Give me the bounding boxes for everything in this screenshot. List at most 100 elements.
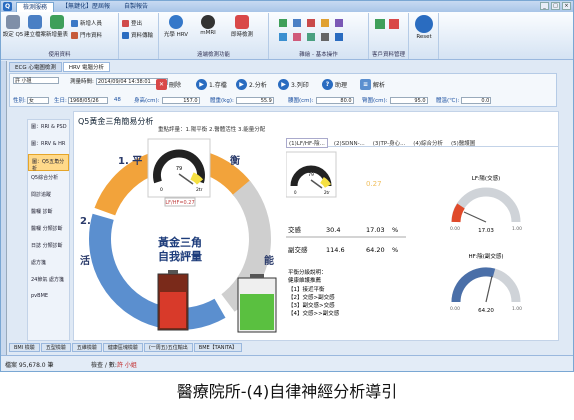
chart-icon[interactable] <box>293 19 301 27</box>
store-icon <box>71 31 78 39</box>
sympathetic-unit: % <box>392 226 398 234</box>
ratio-value: 0.27 <box>366 180 382 188</box>
mmri-button[interactable]: mMRI <box>193 15 223 36</box>
camera-icon[interactable] <box>335 19 343 27</box>
group-customer: 客戶資料管理 <box>369 13 409 59</box>
battery-green-fill <box>240 294 274 330</box>
user-plus-icon <box>71 19 78 27</box>
bottom-tab[interactable]: 五維檢驗 <box>71 343 102 352</box>
analyze-button[interactable]: ▶ 2.分析 <box>236 77 267 91</box>
group-reset: Reset <box>409 13 439 59</box>
create-profile-button[interactable]: 建立檔案 <box>23 15 47 38</box>
gender-field: 性別: 女 <box>13 96 49 104</box>
analyze-icon: ▶ <box>236 78 247 90</box>
gauge2-value: 79 <box>308 172 314 178</box>
new-patient-button[interactable]: 新增人員 <box>71 19 102 27</box>
nav-item[interactable]: 圖：RRI & PSD <box>28 120 69 137</box>
lf-gauge-max: 1.00 <box>512 226 522 232</box>
delete-button[interactable]: ✕ 刪除 <box>156 77 181 91</box>
group-logout: 登出 資料傳輸 <box>119 13 159 59</box>
customer-edit-icon[interactable] <box>389 19 399 29</box>
gauge2-max: 2tr <box>324 190 330 195</box>
legend-item: 【4】交感>>副交感 <box>288 309 340 317</box>
nav-item[interactable]: 醫囑 分類診斷 <box>28 222 69 239</box>
logout-button[interactable]: 登出 <box>122 19 142 27</box>
left-dock-strip <box>1 61 7 356</box>
tool-icon[interactable] <box>279 19 287 27</box>
add-profile-button[interactable]: 新增量表 <box>45 15 69 38</box>
settings-small-icon[interactable] <box>335 33 343 41</box>
maximize-icon[interactable]: □ <box>551 2 560 10</box>
legend-subtitle: 健康維護推薦 <box>288 276 322 284</box>
nav-item[interactable]: pvBME <box>28 290 69 307</box>
customer-icon[interactable] <box>375 19 385 29</box>
outpatient-button[interactable]: 門市資料 <box>71 31 102 39</box>
tab-hrv[interactable]: HRV 電腦分析 <box>62 62 110 72</box>
report-icon[interactable] <box>307 19 315 27</box>
tab-summary[interactable]: (4)綜合分析 <box>411 139 445 147</box>
patient-name-field[interactable]: 許 小姐 <box>13 77 59 84</box>
bottom-tab[interactable]: (一周五)五位輸出 <box>143 343 193 352</box>
export-icon[interactable] <box>307 33 315 41</box>
bottom-tab[interactable]: BME【TANITA】 <box>193 343 243 352</box>
save-button[interactable]: ▶ 1.存檔 <box>196 77 227 91</box>
nav-item[interactable]: 日誌 分類診斷 <box>28 239 69 256</box>
nav-item[interactable]: 間診追蹤 <box>28 188 69 205</box>
nav-item[interactable]: 圖：RRV & HR <box>28 137 69 154</box>
calendar-icon[interactable] <box>279 33 287 41</box>
minimize-icon[interactable]: _ <box>540 2 549 10</box>
hf-gauge-needle <box>485 275 493 303</box>
bottom-tab[interactable]: 五型檢驗 <box>40 343 71 352</box>
hf-gauge-title: HF:陰(副交感) <box>468 252 503 260</box>
bottom-tabs: BMI 檢驗 五型檢驗 五維檢驗 健康區塊檢驗 (一周五)五位輸出 BME【TA… <box>9 343 243 352</box>
tab-tp[interactable]: (3)TP-身心... <box>371 139 408 147</box>
tab-report[interactable]: 自製報告 <box>118 2 154 12</box>
logout-icon <box>122 19 129 27</box>
sympathetic-v2: 17.03 <box>366 226 385 234</box>
print-icon: ▶ <box>278 78 289 90</box>
lf-gauge-needle <box>463 211 487 223</box>
lf-gauge-title: LF:陽(交感) <box>472 174 500 182</box>
patient-panel: 許 小姐 測量時間: 2014/09/04 14:38:01 ✕ 刪除 ▶ 1.存檔 … <box>9 73 557 107</box>
triangle-label-1: 1. 平 <box>118 155 142 167</box>
list-icon[interactable] <box>321 33 329 41</box>
nav-item-active[interactable]: 圖：Q5五角分析 <box>28 154 69 172</box>
hf-gauge-fill <box>451 267 496 303</box>
print-icon[interactable] <box>293 33 301 41</box>
tab-sdnn[interactable]: (2)SDNN-... <box>332 141 367 147</box>
close-icon[interactable]: × <box>562 2 571 10</box>
group-user-label: 使用資料 <box>48 52 71 58</box>
measure-button[interactable]: 即時檢測 <box>225 15 259 38</box>
bottom-tab[interactable]: BMI 檢驗 <box>9 343 40 352</box>
gauge1-max: 2tr <box>196 187 203 193</box>
legend-title: 平衡分級說明： <box>288 268 327 276</box>
tab-measure[interactable]: 檢測服務 <box>16 1 55 12</box>
right-tabs: (1)LF/HF-陰... (2)SDNN-... (3)TP-身心... (4… <box>286 138 558 148</box>
nav-item[interactable]: 處方箋 <box>28 256 69 273</box>
reset-button[interactable]: Reset <box>412 15 436 40</box>
help-button[interactable]: ? 助理 <box>322 77 347 91</box>
nav-item[interactable]: 24節氣 處方箋 <box>28 273 69 290</box>
sympathetic-v1: 30.4 <box>326 226 340 234</box>
caption: 醫療院所-(4)自律神經分析導引 <box>176 382 398 401</box>
legend-item: 【2】交感>副交感 <box>288 293 335 301</box>
settings-button[interactable]: 設定 Q5 <box>1 15 25 38</box>
ribbon: 設定 Q5 建立檔案 新增量表 新增人員 門市資料 使用資料 登出 資料傳輸 光… <box>1 12 573 60</box>
nav-item[interactable]: Q5綜合分析 <box>28 171 69 188</box>
triangle-label-5: 能 <box>264 254 274 267</box>
data-transfer-button[interactable]: 資料傳輸 <box>122 31 153 39</box>
tab-care[interactable]: (5)醫護圖 <box>449 139 477 147</box>
photo-hrv-button[interactable]: 光學 HRV <box>161 15 191 38</box>
tab-history[interactable]: 【無鍵化】歷屆報 <box>56 2 116 12</box>
tab-lf-hf[interactable]: (1)LF/HF-陰... <box>286 138 328 148</box>
folder-icon[interactable] <box>321 19 329 27</box>
current-user: 許 小姐 <box>117 362 137 369</box>
bottom-tab[interactable]: 健康區塊檢驗 <box>102 343 143 352</box>
nav-item[interactable]: 醫囑 診斷 <box>28 205 69 222</box>
tab-ecg[interactable]: ECG 心電圖檢測 <box>9 62 62 72</box>
parse-button[interactable]: ≡ 解析 <box>360 77 385 91</box>
user-label: 檢查 / 數: <box>91 362 117 369</box>
print-button[interactable]: ▶ 3.列印 <box>278 77 309 91</box>
golden-triangle-graphic: 1. 平 衡 2. 活 能 黃金三角 自我評量 79 0 2tr LF/HF=0… <box>80 138 277 333</box>
analysis-nav: 圖：RRI & PSD 圖：RRV & HR 圖：Q5五角分析 Q5綜合分析 間… <box>27 119 70 341</box>
